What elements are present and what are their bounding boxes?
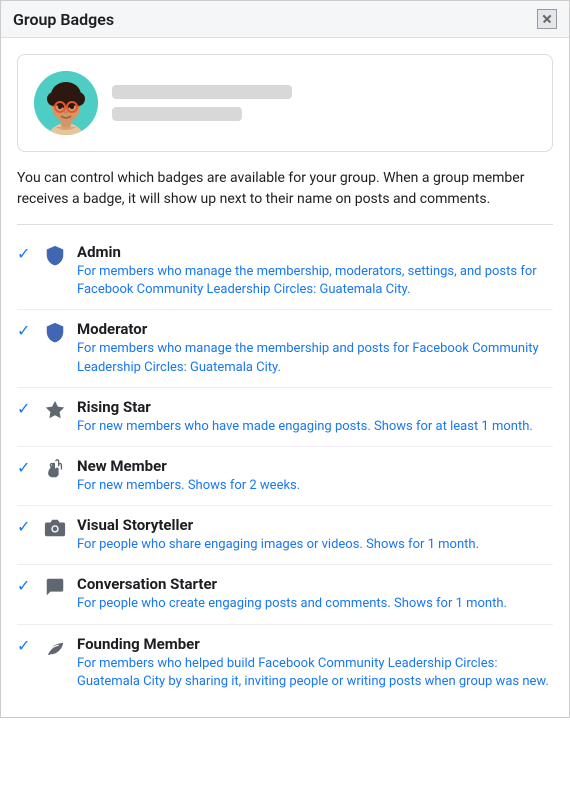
badge-name-moderator: Moderator	[77, 320, 553, 338]
badge-icon-visual-storyteller	[43, 516, 67, 540]
badge-check-new-member[interactable]: ✓	[17, 458, 33, 477]
preview-line-1	[112, 85, 292, 99]
group-badges-panel: Group Badges	[0, 0, 570, 718]
badge-icon-new-member	[43, 457, 67, 481]
panel-body: You can control which badges are availab…	[1, 38, 569, 717]
badge-name-new-member: New Member	[77, 457, 553, 475]
badge-desc-rising-star: For new members who have made engaging p…	[77, 418, 553, 436]
preview-line-2	[112, 107, 242, 121]
badge-item-founding-member: ✓ Founding Member For members who helped…	[17, 625, 553, 701]
badge-item-visual-storyteller: ✓ Visual Storyteller For people who shar…	[17, 506, 553, 565]
badge-list: ✓ Admin For members who manage the membe…	[17, 233, 553, 701]
badge-icon-admin	[43, 243, 67, 267]
badge-check-founding-member[interactable]: ✓	[17, 636, 33, 655]
preview-lines	[112, 85, 536, 121]
badge-desc-moderator: For members who manage the membership an…	[77, 340, 553, 376]
preview-card	[17, 54, 553, 152]
badge-name-rising-star: Rising Star	[77, 398, 553, 416]
badge-icon-conversation-starter	[43, 575, 67, 599]
avatar	[34, 71, 98, 135]
badge-name-visual-storyteller: Visual Storyteller	[77, 516, 553, 534]
badge-name-founding-member: Founding Member	[77, 635, 553, 653]
badge-icon-moderator	[43, 320, 67, 344]
badge-item-new-member: ✓ New Member For new members. Shows for …	[17, 447, 553, 506]
panel-title: Group Badges	[13, 10, 114, 29]
badge-desc-new-member: For new members. Shows for 2 weeks.	[77, 477, 553, 495]
badge-check-moderator[interactable]: ✓	[17, 321, 33, 340]
badge-icon-founding-member	[43, 635, 67, 659]
badge-desc-visual-storyteller: For people who share engaging images or …	[77, 536, 553, 554]
panel-header: Group Badges	[1, 1, 569, 38]
description-text: You can control which badges are availab…	[17, 168, 553, 225]
badge-desc-founding-member: For members who helped build Facebook Co…	[77, 655, 553, 691]
badge-check-conversation-starter[interactable]: ✓	[17, 576, 33, 595]
badge-name-conversation-starter: Conversation Starter	[77, 575, 553, 593]
badge-item-conversation-starter: ✓ Conversation Starter For people who cr…	[17, 565, 553, 624]
close-button[interactable]	[537, 9, 557, 29]
badge-item-moderator: ✓ Moderator For members who manage the m…	[17, 310, 553, 387]
badge-item-admin: ✓ Admin For members who manage the membe…	[17, 233, 553, 310]
badge-check-rising-star[interactable]: ✓	[17, 399, 33, 418]
badge-desc-admin: For members who manage the membership, m…	[77, 263, 553, 299]
badge-name-admin: Admin	[77, 243, 553, 261]
badge-icon-rising-star	[43, 398, 67, 422]
badge-desc-conversation-starter: For people who create engaging posts and…	[77, 595, 553, 613]
badge-item-rising-star: ✓ Rising Star For new members who have m…	[17, 388, 553, 447]
badge-check-admin[interactable]: ✓	[17, 244, 33, 263]
badge-check-visual-storyteller[interactable]: ✓	[17, 517, 33, 536]
